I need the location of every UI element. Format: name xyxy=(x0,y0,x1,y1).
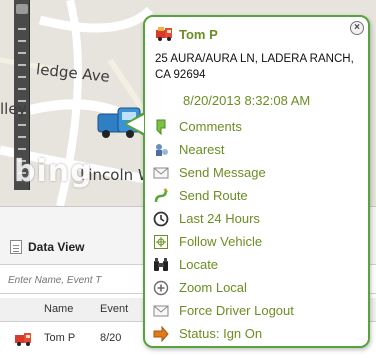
menu-item-locate[interactable]: Locate xyxy=(153,253,368,276)
menu-item-zoom-local[interactable]: Zoom Local xyxy=(153,276,368,299)
menu-item-label: Zoom Local xyxy=(179,280,247,295)
bing-logo: bing xyxy=(14,154,93,189)
send-route-icon xyxy=(153,187,169,204)
column-header-event[interactable]: Event xyxy=(100,303,128,315)
menu-item-label: Force Driver Logout xyxy=(179,303,294,318)
last-update-timestamp: 8/20/2013 8:32:08 AM xyxy=(183,93,311,108)
popup-header: Tom P xyxy=(155,25,218,43)
binoculars-icon xyxy=(153,257,169,273)
data-view-tab[interactable]: Data View xyxy=(10,237,84,257)
menu-item-last-24-hours[interactable]: Last 24 Hours xyxy=(153,207,368,230)
street-label: lley xyxy=(0,100,27,118)
menu-item-force-driver-logout[interactable]: Force Driver Logout xyxy=(153,299,368,322)
zoom-icon xyxy=(153,280,169,296)
driver-name: Tom P xyxy=(179,26,218,42)
follow-vehicle-icon xyxy=(153,234,169,250)
menu-item-follow-vehicle[interactable]: Follow Vehicle xyxy=(153,230,368,253)
comments-icon xyxy=(153,119,169,135)
status-label: Status: Ign On xyxy=(179,326,263,341)
menu-item-nearest[interactable]: Nearest xyxy=(153,138,368,161)
menu-item-comments[interactable]: Comments xyxy=(153,115,368,138)
data-view-label: Data View xyxy=(28,240,85,254)
row-name: Tom P xyxy=(44,332,76,344)
document-icon xyxy=(10,240,22,254)
menu-item-label: Comments xyxy=(179,119,242,134)
truck-icon xyxy=(15,333,31,346)
menu-item-label: Send Route xyxy=(179,188,248,203)
menu-item-label: Follow Vehicle xyxy=(179,234,263,249)
menu-item-send-message[interactable]: Send Message xyxy=(153,161,368,184)
popup-pointer-inner xyxy=(127,115,144,133)
close-button[interactable]: × xyxy=(350,21,364,35)
send-message-icon xyxy=(153,165,169,181)
menu-item-status: Status: Ign On xyxy=(153,322,368,345)
menu-item-label: Locate xyxy=(179,257,219,272)
nearest-icon xyxy=(153,142,169,158)
column-header-name[interactable]: Name xyxy=(44,303,73,315)
menu-item-send-route[interactable]: Send Route xyxy=(153,184,368,207)
status-arrow-icon xyxy=(153,325,169,342)
truck-icon xyxy=(156,27,172,41)
vehicle-address: 25 AURA/AURA LN, LADERA RANCH, CA 92694 xyxy=(155,53,354,81)
menu-item-label: Last 24 Hours xyxy=(179,211,260,226)
vehicle-info-popup: × Tom P 25 AURA/AURA LN, LADERA RANCH, C… xyxy=(143,15,370,348)
row-event: 8/20 xyxy=(100,332,122,344)
menu-item-label: Send Message xyxy=(179,165,266,180)
logout-icon xyxy=(153,303,169,319)
clock-icon xyxy=(153,211,169,227)
zoom-knob[interactable] xyxy=(16,4,28,14)
vehicle-action-menu: Comments Nearest Send Message Send Route… xyxy=(153,115,368,345)
menu-item-label: Nearest xyxy=(179,142,225,157)
filter-input[interactable] xyxy=(6,271,146,289)
